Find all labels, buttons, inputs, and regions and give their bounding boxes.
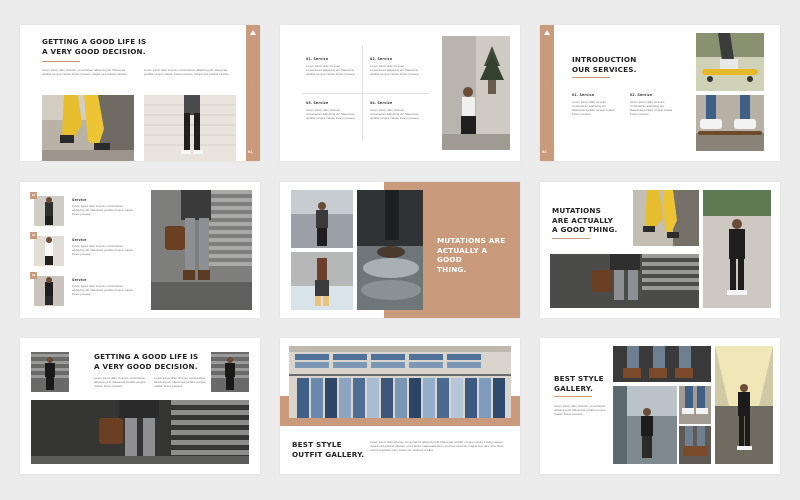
slide-9-photo-sneakers-small	[679, 386, 711, 424]
slide-9-photo-street-man	[613, 386, 677, 464]
slide-9-text: Lorem ipsum dolor sit amet, consectetuer…	[554, 404, 606, 417]
slide-1-side-label: · · · ·	[251, 80, 254, 92]
slide-5-photo-man-tall	[291, 190, 353, 248]
slide-2-service-4-label: 04. Service	[370, 101, 393, 105]
slide-2-service-3-text: Lorem ipsum dolor sit amet, consectetuer…	[306, 108, 356, 121]
slide-8-photo-jeans-rack	[289, 346, 511, 418]
slide-1[interactable]: Getting a good life is a very good decis…	[20, 25, 260, 161]
slide-9-photo-boots-small	[679, 426, 711, 464]
slide-2-service-3-label: 03. Service	[306, 101, 329, 105]
slide-7-photo-man-right	[211, 352, 249, 392]
slide-9-rule	[554, 396, 592, 397]
slide-4-service-3-text: Lorem ipsum dolor sit amet, consectetuer…	[72, 284, 134, 297]
slide-4-thumb-2	[34, 236, 64, 266]
slide-3-title: Introduction our services.	[572, 55, 637, 74]
slide-6[interactable]: Mutations are actually a good thing.	[540, 182, 780, 318]
slide-1-text-right: Lorem ipsum dolor sit amet, consectetuer…	[144, 68, 230, 77]
slide-2-horizontal-divider	[302, 93, 430, 94]
slide-3-page-number: 02	[542, 149, 547, 154]
slide-4-service-2-text: Lorem ipsum dolor sit amet, consectetuer…	[72, 244, 134, 257]
slide-6-rule	[552, 238, 590, 239]
slide-9[interactable]: Best style gallery. Lorem ipsum dolor si…	[540, 338, 780, 474]
slide-1-page-number: 01	[248, 149, 253, 154]
slide-9-photo-tunnel-man	[715, 346, 773, 464]
slide-2-photo-seated-man	[442, 36, 510, 150]
slide-3-sidebar	[540, 25, 554, 161]
slide-4-service-3-label: Service	[72, 278, 87, 282]
slide-9-photo-boots-top	[613, 346, 711, 382]
slide-7[interactable]: Getting a good life is a very good decis…	[20, 338, 260, 474]
slide-1-photo-standing-legs	[144, 95, 236, 161]
slide-3-service-1-text: Lorem ipsum dolor sit amet, consectetuer…	[572, 100, 615, 117]
slide-1-photo-yellow-jeans	[42, 95, 134, 161]
slide-1-text-left: Lorem ipsum dolor sit amet, consectetuer…	[42, 68, 128, 77]
slide-5-title: Mutations are actually a good thing.	[437, 236, 506, 274]
arrow-up-icon	[250, 30, 256, 35]
slide-7-text-left: Lorem ipsum dolor sit amet, consectetuer…	[94, 376, 146, 389]
slide-8-text: Lorem ipsum dolor sit amet, consectetuer…	[370, 440, 504, 453]
slide-4-thumb-1	[34, 196, 64, 226]
slide-5[interactable]: Mutations are actually a good thing.	[280, 182, 520, 318]
slide-4-service-1-label: Service	[72, 198, 87, 202]
slide-2[interactable]: 01. Service Lorem ipsum dolor sit amet, …	[280, 25, 520, 161]
slide-4-service-1-text: Lorem ipsum dolor sit amet, consectetuer…	[72, 204, 134, 217]
slide-9-title: Best style gallery.	[554, 374, 604, 393]
slide-2-service-1-text: Lorem ipsum dolor sit amet, consectetuer…	[306, 64, 356, 77]
slide-3-service-2-text: Lorem ipsum dolor sit amet, consectetuer…	[630, 100, 673, 117]
slide-4-badge-3: 03	[30, 272, 37, 279]
slide-4-service-2-label: Service	[72, 238, 87, 242]
slide-3-photo-skateboard	[696, 33, 764, 91]
slide-3[interactable]: · · · · 02 Introduction our services. 01…	[540, 25, 780, 161]
slide-6-photo-man-wall	[703, 190, 771, 308]
slide-4[interactable]: 01 Service Lorem ipsum dolor sit amet, c…	[20, 182, 260, 318]
slide-1-sidebar	[246, 25, 260, 161]
slide-8-title: Best style outfit gallery.	[292, 440, 365, 459]
slide-8[interactable]: Best style outfit gallery. Lorem ipsum d…	[280, 338, 520, 474]
slide-6-photo-bag-wide	[550, 254, 699, 308]
slide-6-title: Mutations are actually a good thing.	[552, 206, 618, 234]
slide-2-service-1-label: 01. Service	[306, 57, 329, 61]
slide-7-title: Getting a good life is a very good decis…	[94, 352, 199, 371]
slide-2-service-2-text: Lorem ipsum dolor sit amet, consectetuer…	[370, 64, 420, 77]
slide-1-title: Getting a good life is a very good decis…	[42, 37, 147, 56]
slide-4-photo-bag-man	[151, 190, 252, 310]
slide-7-photo-bag-wide	[31, 400, 249, 464]
arrow-up-icon	[544, 30, 550, 35]
slide-5-photo-man-boots	[291, 252, 353, 310]
slide-7-photo-man-left	[31, 352, 69, 392]
slide-3-service-1-label: 01. Service	[572, 93, 595, 97]
slide-1-rule	[42, 61, 80, 62]
slide-2-service-4-text: Lorem ipsum dolor sit amet, consectetuer…	[370, 108, 420, 121]
slide-4-thumb-3	[34, 276, 64, 306]
slide-4-badge-2: 02	[30, 232, 37, 239]
slide-7-text-right: Lorem ipsum dolor sit amet, consectetuer…	[154, 376, 206, 389]
slide-3-side-label: · · · ·	[545, 80, 548, 92]
slide-3-photo-sneakers	[696, 95, 764, 151]
slide-6-photo-yellow-jeans	[633, 190, 699, 246]
slide-2-service-2-label: 02. Service	[370, 57, 393, 61]
slide-3-rule	[572, 77, 610, 78]
slide-3-service-2-label: 02. Service	[630, 93, 653, 97]
slide-5-photo-puddle-splash	[357, 190, 423, 310]
slide-4-badge-1: 01	[30, 192, 37, 199]
